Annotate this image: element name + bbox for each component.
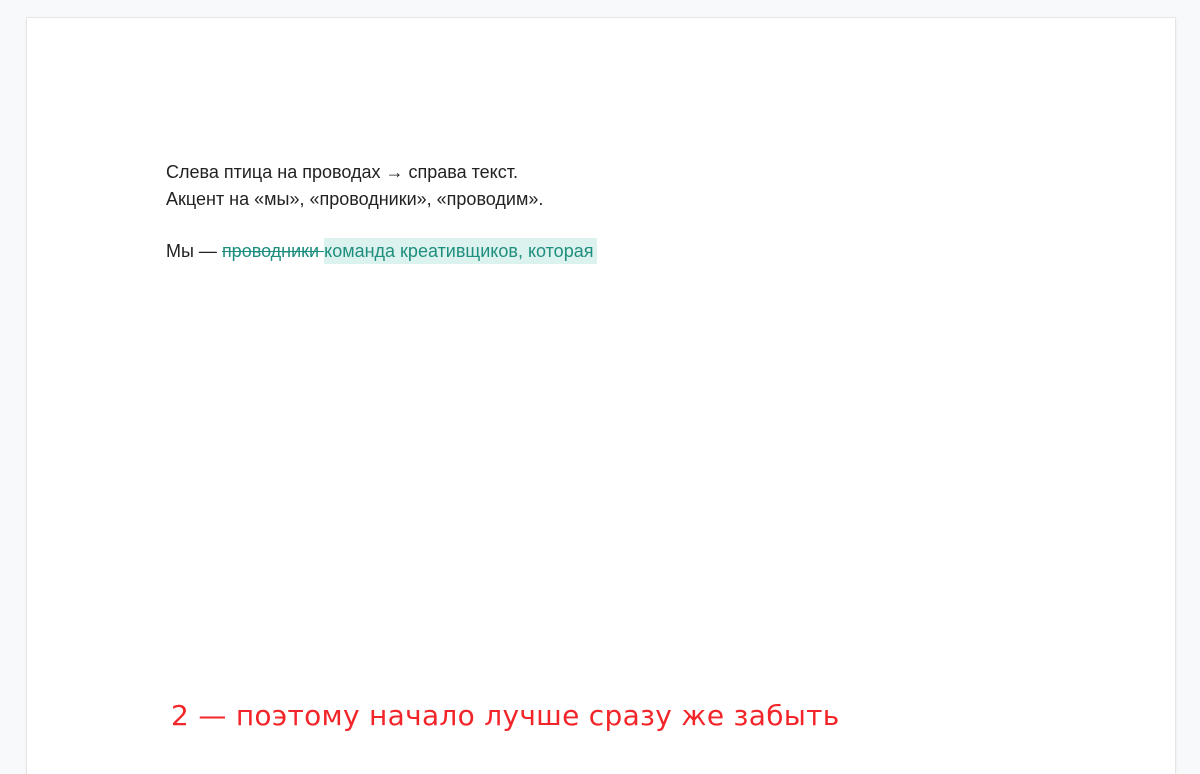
empty-line <box>166 213 1066 238</box>
edit-line-prefix: Мы — <box>166 241 222 261</box>
document-line-1: Слева птица на проводах → справа текст. <box>166 162 518 182</box>
suggested-deletion[interactable]: проводники <box>222 241 324 261</box>
suggested-edit-line: Мы — проводники команда креативщиков, ко… <box>166 238 1066 265</box>
suggested-insertion[interactable]: команда креативщиков, которая <box>324 238 598 264</box>
caption-text: 2 — поэтому начало лучше сразу же забыть <box>171 699 840 732</box>
document-page[interactable]: Слева птица на проводах → справа текст. … <box>27 18 1175 774</box>
document-line-2: Акцент на «мы», «проводники», «проводим»… <box>166 189 544 209</box>
screenshot-canvas: Слева птица на проводах → справа текст. … <box>0 0 1200 774</box>
document-body[interactable]: Слева птица на проводах → справа текст. … <box>166 159 1066 265</box>
